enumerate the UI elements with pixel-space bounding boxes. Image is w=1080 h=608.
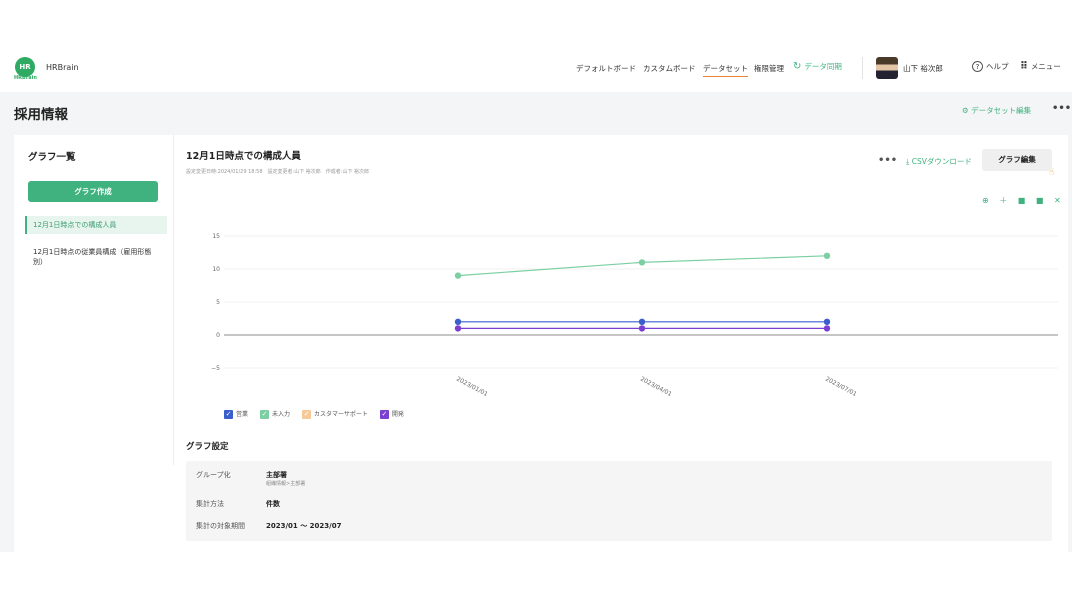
- gear-icon: ⚙: [962, 106, 969, 115]
- checkbox-icon: ✓: [260, 410, 270, 419]
- checkbox-icon: ✓: [224, 410, 233, 419]
- y-tick-label: 0: [216, 332, 220, 339]
- data-point: [823, 252, 831, 259]
- legend-label: 営業: [236, 411, 249, 418]
- menu-button[interactable]: ⠿ メニュー: [1020, 61, 1061, 72]
- download-icon: ⤓: [906, 157, 910, 166]
- legend-item[interactable]: ✓ 開発: [379, 409, 404, 419]
- dataset-edit-label: データセット編集: [971, 106, 1032, 115]
- chart-toolbox[interactable]: ⊕ ＋ ■ ■ ✕: [982, 195, 1065, 206]
- nav-permissions[interactable]: 権限管理: [754, 63, 784, 74]
- data-point: [638, 259, 646, 266]
- x-tick-label: 2023/01/01: [455, 376, 489, 398]
- avatar[interactable]: [876, 57, 898, 79]
- user-name[interactable]: 山下 裕次郎: [903, 63, 943, 74]
- setting-value-period: 2023/01 〜 2023/07: [266, 522, 342, 530]
- page-more-button[interactable]: •••: [1052, 103, 1071, 114]
- header-divider: [862, 57, 863, 79]
- hrbrain-logo[interactable]: HR HRBrain: [13, 57, 37, 81]
- y-tick-label: 5: [216, 299, 220, 306]
- graph-list-title: グラフ一覧: [28, 152, 76, 163]
- checkbox-icon: ✓: [379, 410, 389, 419]
- y-tick-label: −5: [211, 365, 220, 372]
- data-point: [823, 318, 831, 325]
- nav-dataset[interactable]: データセット: [703, 63, 748, 77]
- x-tick-label: 2023/04/01: [639, 376, 673, 398]
- setting-label-aggregation: 集計方法: [196, 500, 224, 508]
- csv-download-label: CSVダウンロード: [911, 157, 972, 166]
- legend-item[interactable]: ✓ 営業: [224, 409, 248, 419]
- series-line: [457, 255, 828, 277]
- x-tick-label: 2023/07/01: [824, 376, 858, 398]
- graph-list-sidebar: グラフ一覧 グラフ作成 12月1日時点での構成人員 12月1日時点の従業員構成（…: [14, 135, 174, 465]
- setting-label-period: 集計の対象期間: [196, 522, 245, 530]
- help-label: ヘルプ: [986, 62, 1009, 71]
- help-button[interactable]: ? ヘルプ: [972, 61, 1009, 72]
- chart-legend: ✓ 営業 ✓ 未入力 ✓ カスタマーサポート ✓ 開発: [224, 409, 416, 419]
- sidebar-item-employment-type[interactable]: 12月1日時点の従業員構成（雇用形態別）: [25, 243, 167, 271]
- setting-label-grouping: グループ化: [196, 471, 231, 479]
- chart-meta: 設定変更日時:2024/01/29 18:58 設定変更者:山下 裕次郎 作成者…: [186, 169, 370, 175]
- legend-label: 未入力: [272, 411, 291, 418]
- data-point: [454, 325, 462, 332]
- data-sync-label: データ同期: [804, 62, 842, 71]
- create-graph-button[interactable]: グラフ作成: [28, 181, 158, 202]
- setting-value-grouping: 主部署: [266, 471, 287, 479]
- legend-label: カスタマーサポート: [314, 411, 368, 418]
- setting-sub-grouping: 組織情報>主部署: [266, 481, 306, 487]
- legend-label: 開発: [391, 411, 404, 418]
- dataset-edit-button[interactable]: ⚙ データセット編集: [962, 105, 1031, 116]
- settings-panel: グループ化 主部署 組織情報>主部署 集計方法 件数 集計の対象期間 2023/…: [186, 461, 1052, 541]
- chart-more-button[interactable]: •••: [878, 155, 897, 166]
- data-point: [823, 325, 831, 332]
- chart-title: 12月1日時点での構成人員: [186, 151, 301, 162]
- line-chart: 15 10 5 0 −5 2023/01/01 2023/04/01 2023/07/01: [211, 233, 1058, 398]
- legend-item[interactable]: ✓ カスタマーサポート: [302, 409, 368, 419]
- help-icon: ?: [972, 61, 983, 72]
- logo-subtext: HRBrain: [14, 75, 37, 81]
- logo-mark: HR: [15, 57, 35, 77]
- data-point: [454, 318, 462, 325]
- csv-download-button[interactable]: ⤓ CSVダウンロード: [906, 156, 972, 167]
- brand-name: HRBrain: [46, 63, 79, 72]
- nav-default-board[interactable]: デフォルトボード: [576, 63, 636, 74]
- legend-item[interactable]: ✓ 未入力: [260, 409, 290, 419]
- data-point: [454, 272, 462, 279]
- top-header: HR HRBrain HRBrain デフォルトボード カスタムボード データセ…: [0, 55, 1080, 85]
- data-point: [638, 325, 646, 332]
- setting-value-aggregation: 件数: [266, 500, 280, 508]
- settings-title: グラフ設定: [186, 442, 229, 452]
- data-sync-button[interactable]: ↻ データ同期: [793, 61, 842, 72]
- y-tick-label: 15: [212, 233, 220, 240]
- graph-card: グラフ一覧 グラフ作成 12月1日時点での構成人員 12月1日時点の従業員構成（…: [14, 135, 1068, 552]
- menu-label: メニュー: [1030, 62, 1061, 71]
- checkbox-icon: ✓: [302, 410, 312, 419]
- sidebar-item-composition[interactable]: 12月1日時点での構成人員: [25, 216, 167, 234]
- grid-menu-icon: ⠿: [1020, 61, 1028, 72]
- nav-custom-board[interactable]: カスタムボード: [643, 63, 696, 74]
- page-title: 採用情報: [14, 107, 68, 123]
- refresh-icon: ↻: [793, 61, 802, 72]
- data-point: [638, 318, 646, 325]
- graph-edit-button[interactable]: グラフ編集: [982, 149, 1052, 171]
- y-tick-label: 10: [212, 266, 220, 273]
- main-area: 採用情報 ⚙ データセット編集 ••• グラフ一覧 グラフ作成 12月1日時点で…: [0, 92, 1072, 552]
- hand-cursor-icon: ☝: [1049, 168, 1055, 178]
